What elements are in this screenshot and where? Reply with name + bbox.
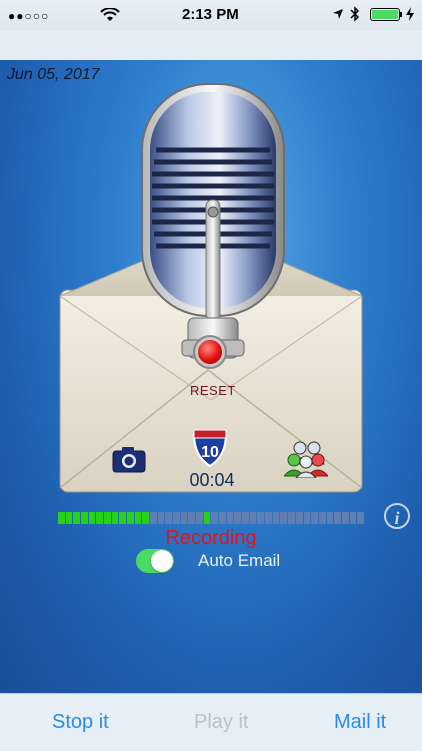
meter-segment [81, 512, 88, 524]
meter-segment [142, 512, 150, 524]
status-time: 2:13 PM [182, 6, 239, 23]
interstate-number: 10 [201, 444, 219, 461]
interstate-sign-icon: 10 [192, 429, 228, 468]
meter-segment [196, 512, 203, 524]
signal-strength: ●●○○○ [8, 9, 50, 23]
meter-segment [288, 512, 295, 524]
auto-email-label: Auto Email [198, 551, 281, 570]
meter-segment [73, 512, 81, 524]
wifi-icon [100, 8, 120, 21]
meter-segment [311, 512, 318, 524]
meter-segment [357, 512, 364, 524]
meter-segment [88, 512, 96, 524]
audio-level-meter [58, 512, 364, 524]
meter-segment [226, 512, 234, 524]
meter-segment [96, 512, 104, 524]
charging-bolt-icon [406, 7, 414, 21]
battery-icon [370, 8, 400, 21]
meter-segment [295, 512, 303, 524]
meter-segment [173, 512, 180, 524]
meter-segment [150, 512, 157, 524]
meter-segment [165, 512, 173, 524]
recording-timer: 00:04 [189, 470, 235, 490]
recorder-panel: Jun 05, 2017 RESET 10 00:04 i Recording … [0, 60, 422, 693]
record-button[interactable] [198, 340, 222, 364]
meter-segment [234, 512, 242, 524]
meter-segment [111, 512, 119, 524]
meter-segment [318, 512, 326, 524]
bluetooth-icon [350, 6, 360, 22]
meter-segment [265, 512, 272, 524]
action-bar: Stop it Play it Mail it [0, 693, 422, 751]
meter-segment [242, 512, 249, 524]
meter-segment [326, 512, 334, 524]
meter-segment [104, 512, 111, 524]
meter-segment [349, 512, 357, 524]
meter-segment [58, 512, 65, 524]
meter-segment [341, 512, 349, 524]
stop-button[interactable]: Stop it [52, 711, 109, 734]
meter-segment [180, 512, 188, 524]
info-icon[interactable]: i [384, 503, 410, 529]
meter-segment [303, 512, 311, 524]
meter-segment [272, 512, 280, 524]
play-button[interactable]: Play it [194, 711, 248, 734]
reset-button[interactable]: RESET [190, 383, 236, 398]
meter-segment [280, 512, 288, 524]
camera-icon[interactable] [112, 445, 146, 473]
meter-segment [188, 512, 196, 524]
contacts-group-icon[interactable] [284, 440, 328, 478]
battery-cap [400, 12, 402, 17]
meter-segment [119, 512, 127, 524]
meter-segment [257, 512, 265, 524]
meter-segment [134, 512, 142, 524]
navigation-bar [0, 30, 422, 61]
auto-email-toggle[interactable] [136, 549, 174, 573]
location-arrow-icon [333, 9, 343, 19]
microphone-graphic [141, 83, 285, 359]
meter-segment [219, 512, 226, 524]
meter-segment [334, 512, 341, 524]
meter-segment [157, 512, 165, 524]
meter-segment [211, 512, 219, 524]
meter-segment [203, 512, 211, 524]
mail-button[interactable]: Mail it [334, 711, 386, 734]
status-bar: ●●○○○ 2:13 PM [0, 0, 422, 30]
meter-segment [65, 512, 73, 524]
recording-date: Jun 05, 2017 [7, 66, 100, 83]
toggle-knob [151, 550, 173, 572]
meter-segment [249, 512, 257, 524]
recording-status: Recording [165, 527, 257, 549]
meter-segment [127, 512, 134, 524]
